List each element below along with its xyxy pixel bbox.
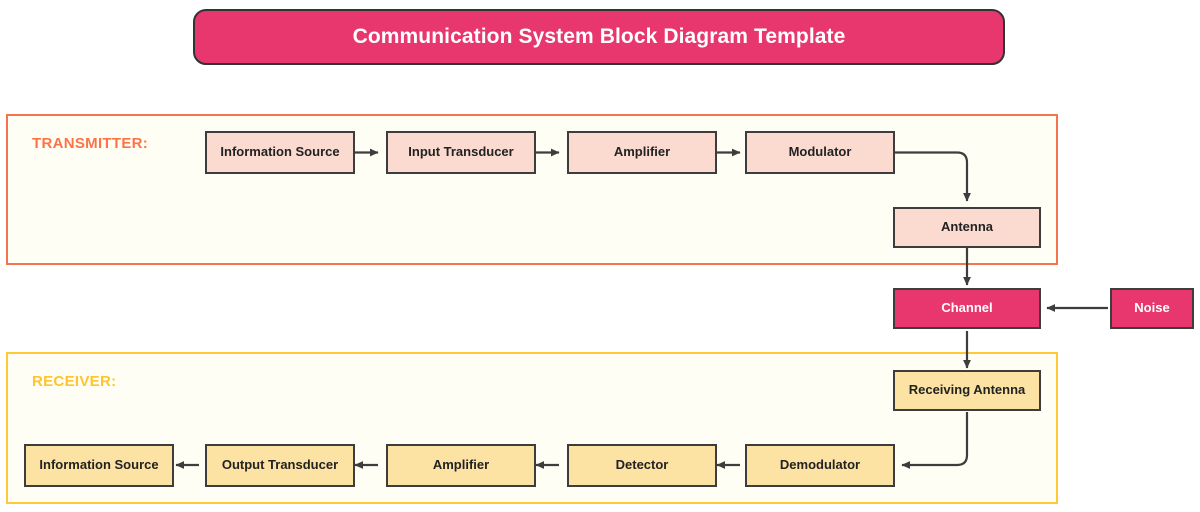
node-rx-amplifier[interactable]: Amplifier — [386, 444, 536, 487]
node-rx-demodulator[interactable]: Demodulator — [745, 444, 895, 487]
node-tx-amplifier[interactable]: Amplifier — [567, 131, 717, 174]
diagram-canvas: Communication System Block Diagram Templ… — [0, 0, 1200, 512]
node-rx-detector[interactable]: Detector — [567, 444, 717, 487]
node-noise[interactable]: Noise — [1110, 288, 1194, 329]
receiver-section-label: RECEIVER: — [32, 373, 117, 390]
node-tx-modulator[interactable]: Modulator — [745, 131, 895, 174]
node-tx-input-transducer[interactable]: Input Transducer — [386, 131, 536, 174]
node-rx-receiving-antenna[interactable]: Receiving Antenna — [893, 370, 1041, 411]
node-channel[interactable]: Channel — [893, 288, 1041, 329]
diagram-title-banner: Communication System Block Diagram Templ… — [193, 9, 1005, 65]
page-title: Communication System Block Diagram Templ… — [352, 25, 846, 48]
node-tx-information-source[interactable]: Information Source — [205, 131, 355, 174]
node-rx-output-transducer[interactable]: Output Transducer — [205, 444, 355, 487]
transmitter-section-label: TRANSMITTER: — [32, 135, 149, 152]
node-rx-information-source[interactable]: Information Source — [24, 444, 174, 487]
node-tx-antenna[interactable]: Antenna — [893, 207, 1041, 248]
